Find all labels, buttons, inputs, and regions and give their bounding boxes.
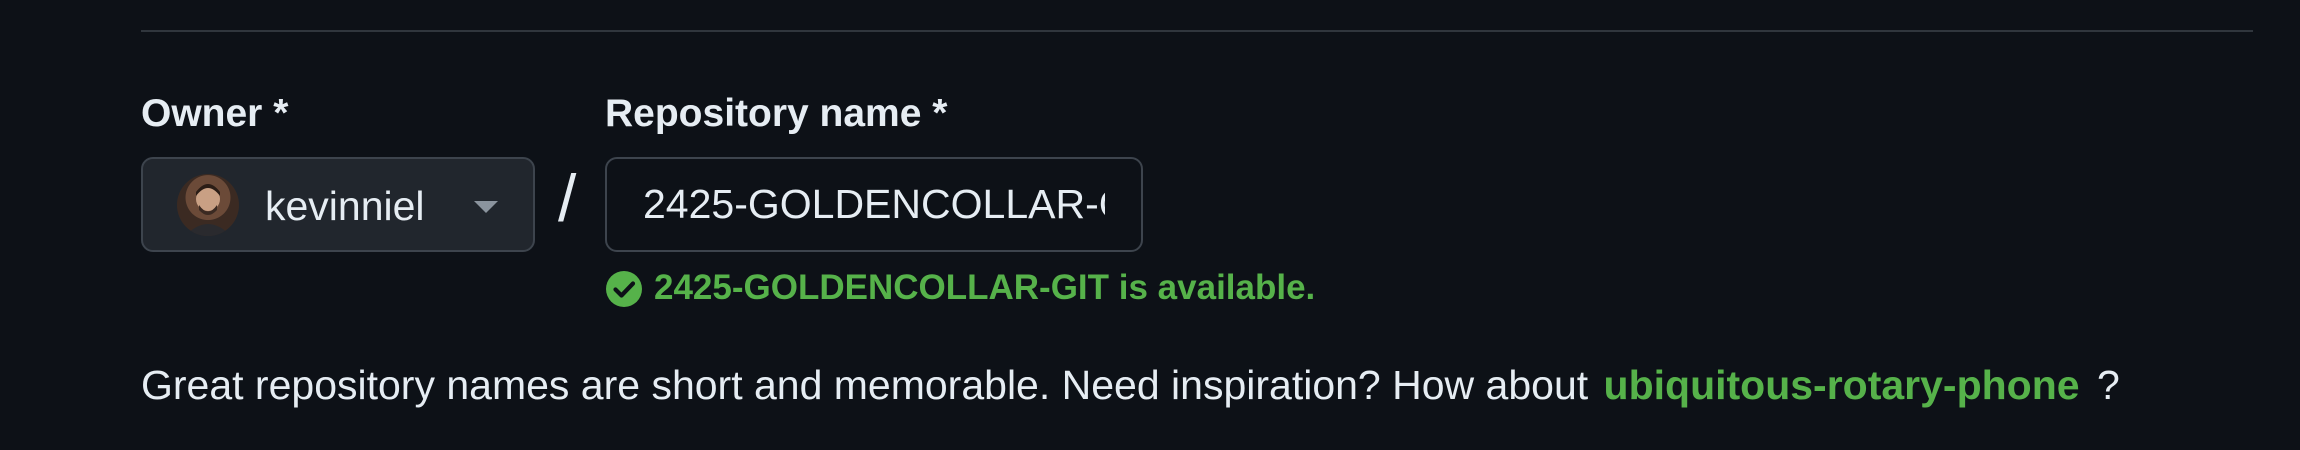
chevron-down-icon xyxy=(474,201,498,213)
avatar xyxy=(177,174,239,236)
owner-repo-separator: / xyxy=(558,161,577,235)
section-divider xyxy=(141,30,2253,32)
owner-select-button[interactable]: kevinniel xyxy=(141,157,535,252)
create-repository-form: Owner * Repository name * kevinniel / 24… xyxy=(0,0,2300,450)
hint-suffix: ? xyxy=(2096,362,2120,408)
check-circle-icon xyxy=(606,271,642,307)
user-avatar-icon xyxy=(185,184,231,236)
repository-name-label: Repository name * xyxy=(605,92,948,135)
availability-text: 2425-GOLDENCOLLAR-GIT is available. xyxy=(654,268,1316,307)
suggested-name-link[interactable]: ubiquitous-rotary-phone xyxy=(1604,362,2080,408)
repository-name-hint: Great repository names are short and mem… xyxy=(141,362,2120,409)
repository-name-input[interactable] xyxy=(605,157,1143,252)
hint-prefix: Great repository names are short and mem… xyxy=(141,362,1589,408)
owner-name: kevinniel xyxy=(265,183,425,229)
owner-label: Owner * xyxy=(141,92,289,135)
